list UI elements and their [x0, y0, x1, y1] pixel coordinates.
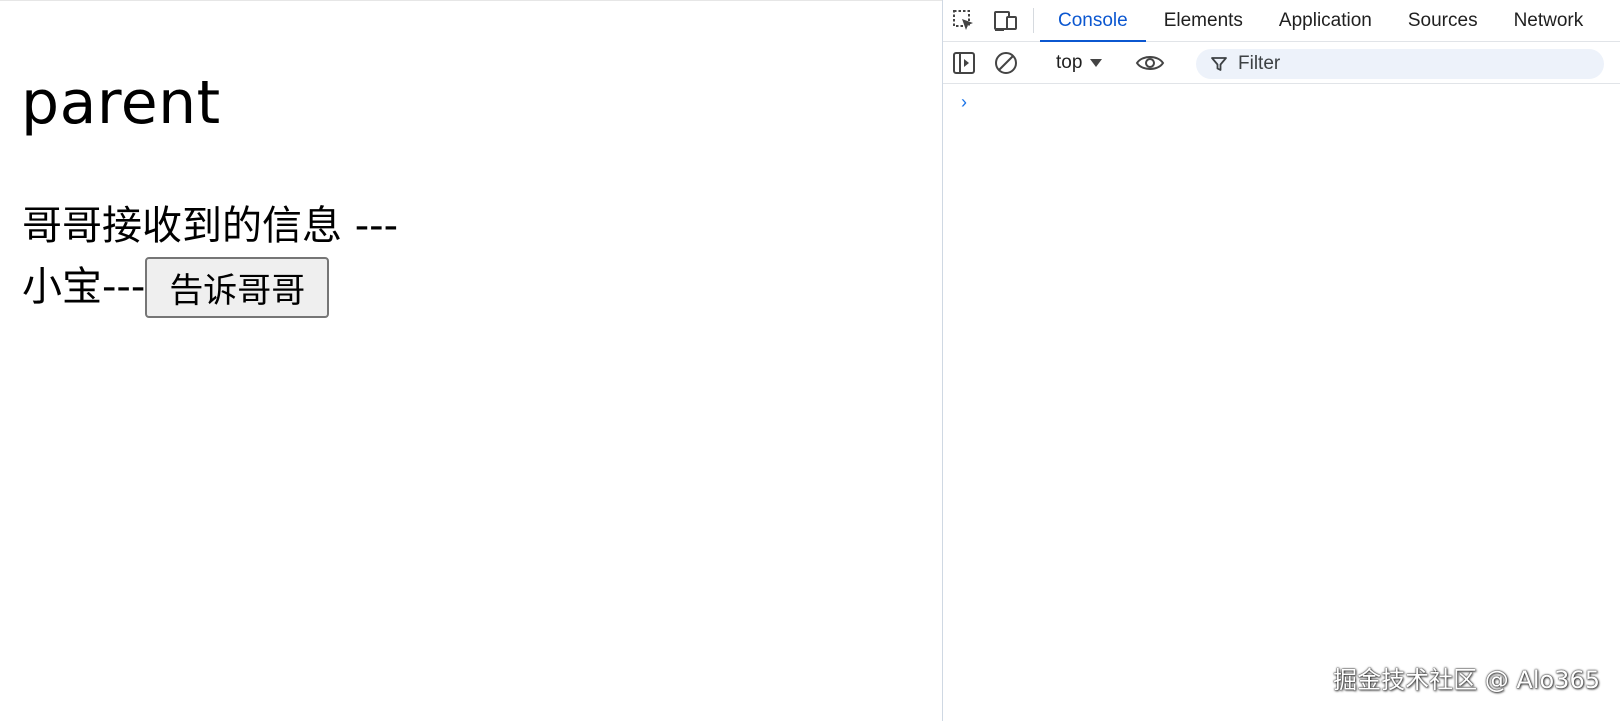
child-row: 小宝--- 告诉哥哥: [22, 255, 330, 319]
inspect-element-icon[interactable]: [943, 0, 985, 41]
received-message-text: 哥哥接收到的信息 ---: [22, 203, 399, 249]
filter-box[interactable]: [1196, 49, 1604, 79]
filter-funnel-icon: [1211, 57, 1227, 71]
console-output-area[interactable]: ›: [943, 84, 1620, 721]
context-selector[interactable]: top: [1040, 42, 1116, 83]
show-sidebar-icon[interactable]: [943, 50, 985, 76]
tab-elements[interactable]: Elements: [1146, 0, 1261, 41]
tab-sources[interactable]: Sources: [1390, 0, 1496, 41]
toolbar-divider: [1033, 8, 1034, 33]
tell-brother-button[interactable]: 告诉哥哥: [145, 256, 330, 318]
tab-application[interactable]: Application: [1261, 0, 1390, 41]
page-title: parent: [21, 68, 221, 138]
context-label: top: [1056, 51, 1083, 73]
tab-network[interactable]: Network: [1496, 0, 1602, 41]
devtools-tab-bar: Console Elements Application Sources Net…: [943, 0, 1620, 42]
devtools-panel: Console Elements Application Sources Net…: [942, 0, 1620, 721]
console-prompt-icon[interactable]: ›: [961, 92, 967, 113]
live-expression-eye-icon[interactable]: [1129, 50, 1171, 76]
child-name-text: 小宝---: [22, 264, 146, 310]
clear-console-icon[interactable]: [985, 50, 1027, 76]
page-viewport: parent 哥哥接收到的信息 --- 小宝--- 告诉哥哥: [0, 0, 942, 721]
chevron-down-icon: [1090, 58, 1103, 67]
tab-console[interactable]: Console: [1040, 0, 1146, 42]
filter-input[interactable]: [1238, 53, 1568, 75]
watermark-text: 掘金技术社区 @ Alo365: [1333, 666, 1600, 694]
device-toolbar-icon[interactable]: [985, 0, 1027, 41]
